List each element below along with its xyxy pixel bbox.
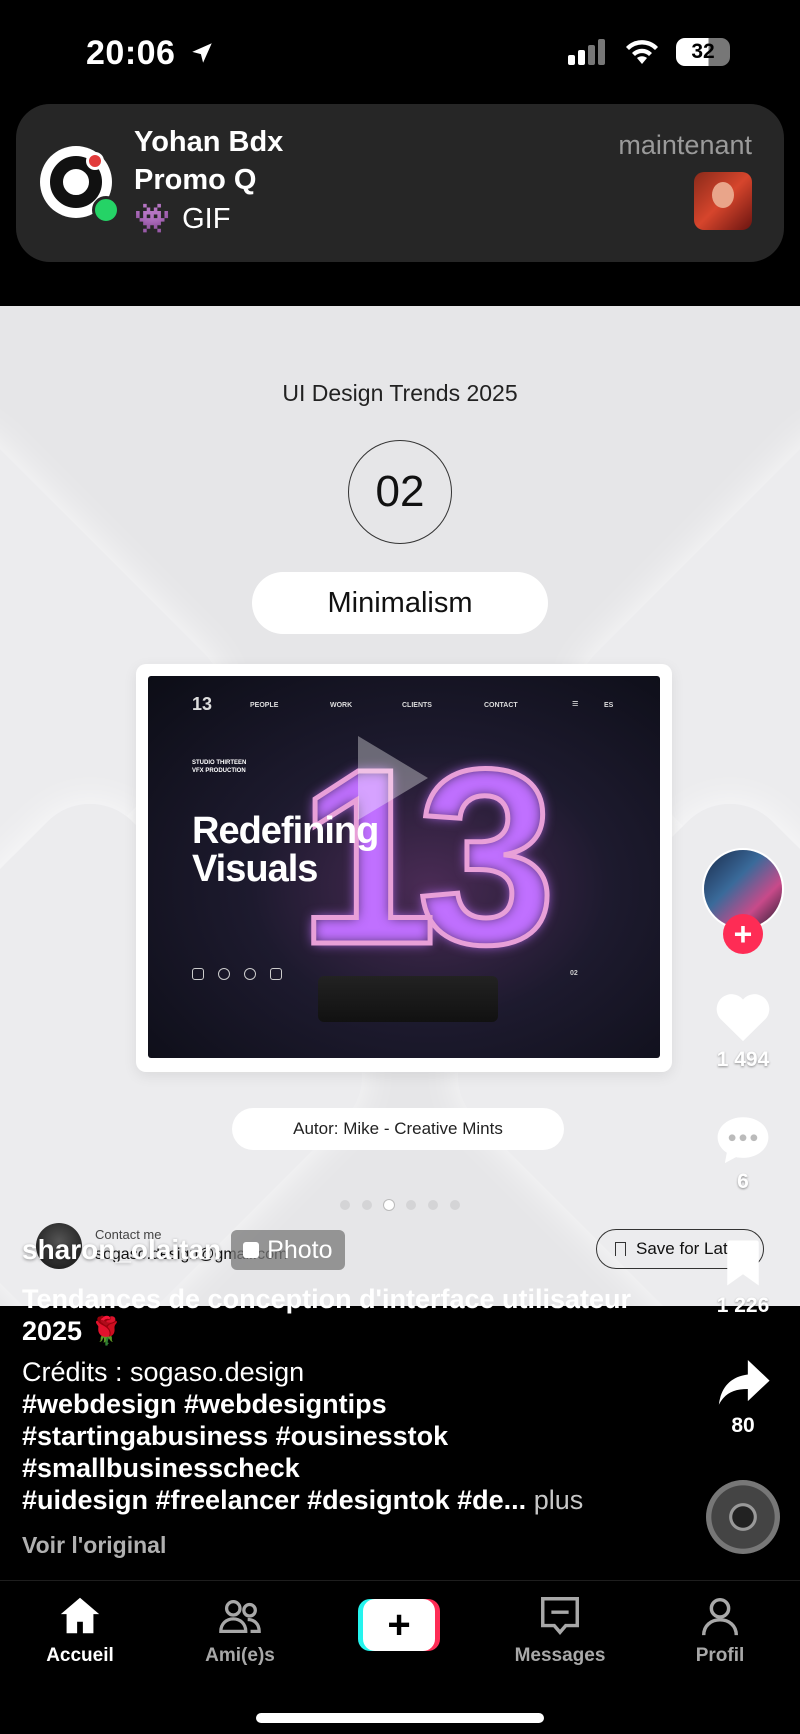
caption-hashtags[interactable]: #smallbusinesscheck [22, 1452, 662, 1484]
profile-icon [701, 1597, 739, 1636]
notification-sender: Yohan Bdx [134, 126, 284, 158]
design-title: UI Design Trends 2025 [282, 380, 518, 406]
author-row: sharon_olaitan Photo [22, 1230, 345, 1270]
caption-hashtags[interactable]: #webdesign #webdesigntips [22, 1388, 662, 1420]
comment-count: 6 [737, 1170, 749, 1193]
wifi-icon [626, 40, 658, 64]
see-original-link[interactable]: Voir l'original [22, 1532, 166, 1559]
notification-body: 👾 GIF [134, 202, 230, 236]
bookmark-outline-icon [615, 1242, 626, 1256]
monitor-icon [192, 968, 204, 980]
carousel-dot [450, 1200, 460, 1210]
like-button[interactable]: 1 494 [706, 990, 780, 1072]
mouse-icon [244, 968, 256, 980]
mockup-nav-item: PEOPLE [250, 702, 279, 709]
share-arrow-icon [714, 1356, 772, 1410]
comment-icon [714, 1112, 772, 1166]
tab-profile[interactable]: Profil [660, 1593, 780, 1667]
status-time: 20:06 [86, 34, 215, 73]
mockup-nav-item: WORK [330, 702, 353, 709]
battery-icon: 32 [676, 38, 730, 66]
location-arrow-icon [192, 43, 213, 63]
cellular-signal-icon [568, 39, 605, 65]
username[interactable]: sharon_olaitan [22, 1234, 221, 1266]
author-credit: Autor: Mike - Creative Mints [232, 1108, 564, 1150]
caption-credits: Crédits : sogaso.design [22, 1357, 305, 1387]
caption-hashtags[interactable]: #startingabusiness #ousinesstok [22, 1420, 662, 1452]
carousel-dot [362, 1200, 372, 1210]
tab-messages[interactable]: Messages [500, 1593, 620, 1667]
website-mockup: 13 PEOPLE WORK CLIENTS CONTACT ≡ ES STUD… [136, 664, 672, 1072]
trend-topic: Minimalism [252, 572, 548, 634]
mockup-counter: 02 [570, 970, 578, 977]
mockup-social-icons [192, 968, 282, 980]
share-count: 80 [731, 1414, 755, 1437]
mockup-nav-item: CLIENTS [402, 702, 432, 709]
photo-icon [243, 1242, 260, 1258]
notification-body-text: GIF [182, 202, 231, 235]
mockup-nav-item: CONTACT [484, 702, 518, 709]
home-icon [60, 1597, 100, 1634]
mockup-nav-item: ES [604, 702, 614, 709]
mockup-studio-label: STUDIO THIRTEEN VFX PRODUCTION [192, 760, 247, 774]
heart-icon [714, 990, 772, 1044]
mockup-logo: 13 [192, 694, 213, 714]
play-icon [358, 736, 428, 820]
bookmark-icon [714, 1236, 772, 1290]
tab-bar: Accueil Ami(e)s + Messages Profil [0, 1580, 800, 1734]
messages-icon [541, 1597, 579, 1635]
carousel-dot [406, 1200, 416, 1210]
see-more-link[interactable]: plus [534, 1485, 584, 1515]
home-indicator [256, 1713, 544, 1723]
like-count: 1 494 [716, 1048, 770, 1071]
photo-badge: Photo [231, 1230, 345, 1270]
create-button[interactable]: + [358, 1599, 440, 1651]
mockup-screen: 13 PEOPLE WORK CLIENTS CONTACT ≡ ES STUD… [148, 676, 660, 1058]
play-circle-icon [218, 968, 230, 980]
alien-emoji-icon: 👾 [134, 203, 171, 235]
carousel-dot [428, 1200, 438, 1210]
carousel-indicator [340, 1200, 460, 1210]
tab-home[interactable]: Accueil [20, 1593, 140, 1667]
notification-time: maintenant [618, 130, 752, 160]
trend-number: 02 [348, 440, 452, 544]
status-bar: 20:06 32 [0, 0, 800, 100]
bookmark-button[interactable]: 1 226 [706, 1236, 780, 1318]
bookmark-count: 1 226 [716, 1294, 770, 1317]
mockup-headline: Redefining Visuals [192, 810, 379, 890]
whatsapp-icon [92, 196, 120, 224]
mockup-platform [318, 976, 498, 1022]
notification-group: Promo Q [134, 164, 257, 196]
mockup-menu-icon: ≡ [572, 698, 579, 710]
carousel-dot [340, 1200, 350, 1210]
friends-icon [219, 1599, 261, 1633]
share-button[interactable]: 80 [706, 1356, 780, 1438]
plus-icon: + [363, 1599, 435, 1651]
music-disc-icon[interactable] [706, 1480, 780, 1554]
tab-friends[interactable]: Ami(e)s [180, 1593, 300, 1667]
notification-thumbnail [694, 172, 752, 230]
carousel-dot-active [384, 1200, 394, 1210]
status-icons: 32 [568, 38, 730, 66]
comment-button[interactable]: 6 [706, 1112, 780, 1194]
caption-hashtags-last: #uidesign #freelancer #designtok #de... … [22, 1485, 584, 1515]
caption-title: Tendances de conception d'interface util… [22, 1284, 632, 1346]
post-media[interactable]: UI Design Trends 2025 02 Minimalism 13 P… [0, 306, 800, 1306]
instagram-icon [270, 968, 282, 980]
caption-body[interactable]: Crédits : sogaso.design #webdesign #webd… [22, 1356, 662, 1516]
follow-button[interactable]: + [723, 914, 763, 954]
notification-banner[interactable]: Yohan Bdx Promo Q 👾 GIF maintenant [16, 104, 784, 262]
